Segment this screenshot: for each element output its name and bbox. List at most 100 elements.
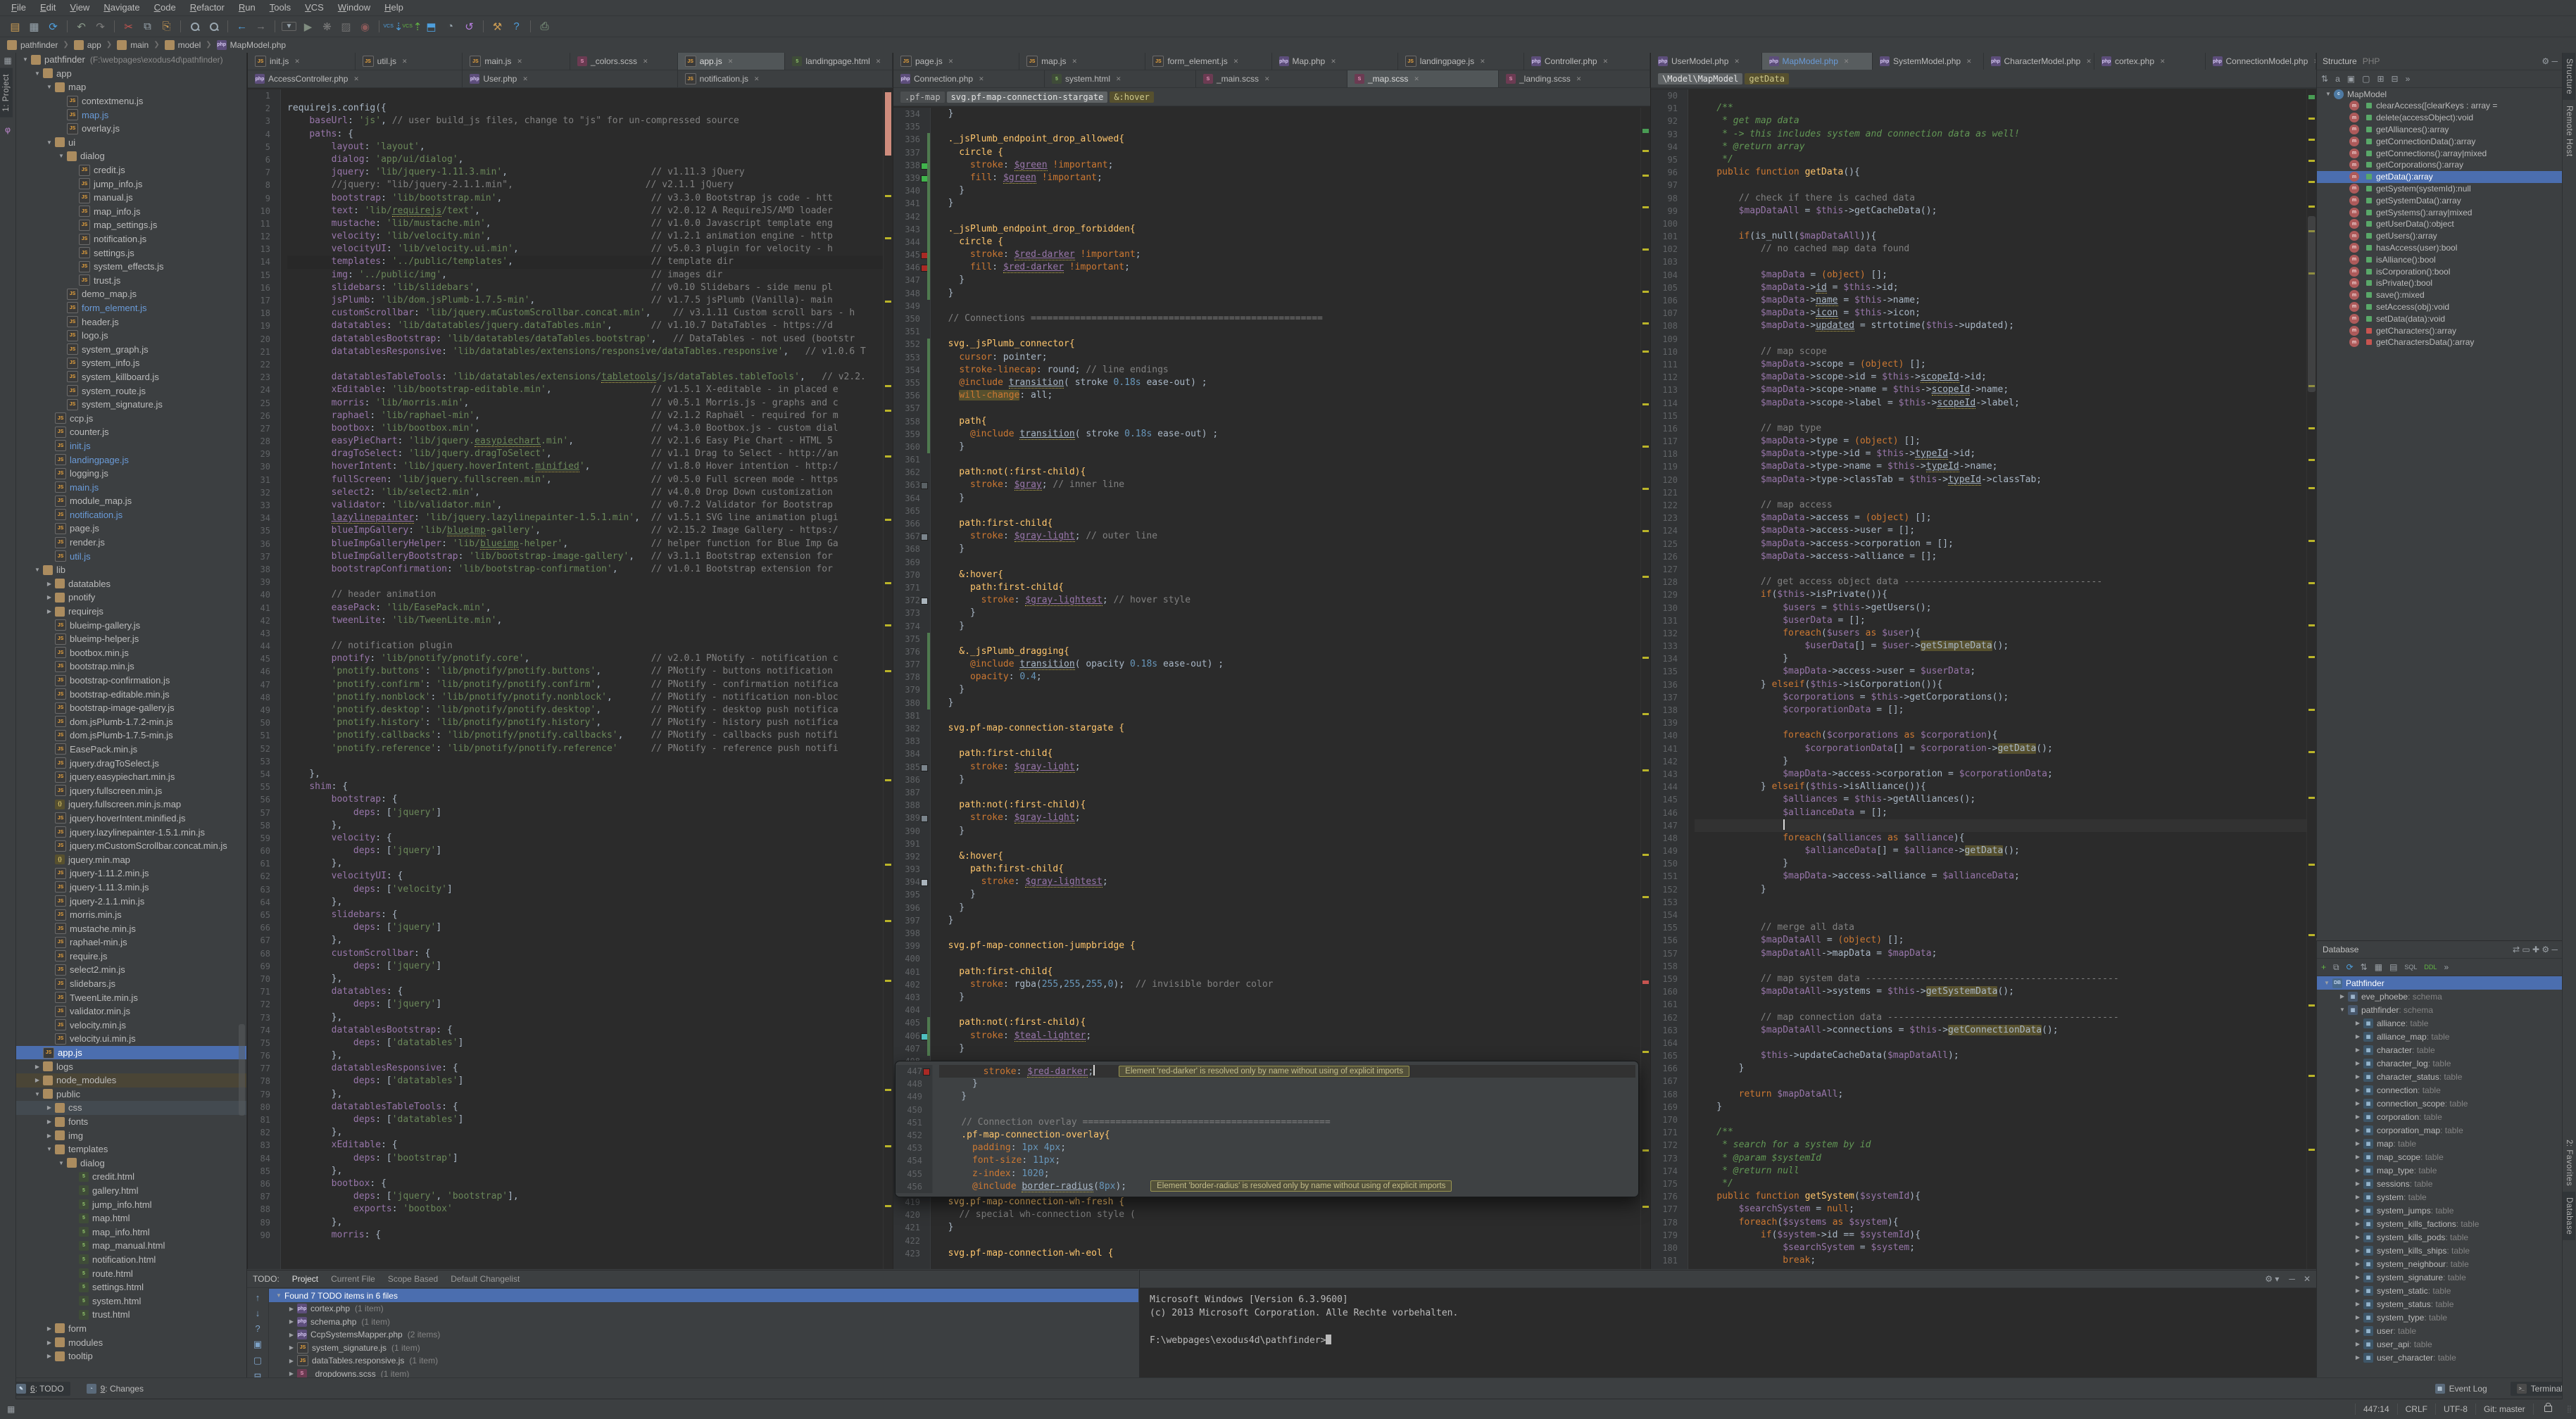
tab-landingpage.js[interactable]: JSlandingpage.js✕ <box>1398 53 1524 70</box>
structure-filter-icon[interactable]: ⊟ <box>2392 74 2399 84</box>
close-tab-icon[interactable]: ✕ <box>1414 75 1419 83</box>
close-tab-icon[interactable]: ✕ <box>728 58 734 65</box>
status-caret-position[interactable]: 447:14 <box>2355 1404 2397 1415</box>
structure-item[interactable]: msetData(data):void <box>2317 313 2563 324</box>
breadcrumb-chip[interactable]: &:hover <box>1110 92 1154 103</box>
db-table-system_neighbour[interactable]: ▶▦system_neighbour: table <box>2317 1257 2563 1270</box>
db-table-system_kills_pods[interactable]: ▶▦system_kills_pods: table <box>2317 1230 2563 1244</box>
chevron-down-icon[interactable]: ▼ <box>45 1146 54 1152</box>
tree-file-util.js[interactable]: JSutil.js <box>15 549 246 563</box>
menu-tools[interactable]: Tools <box>263 0 298 15</box>
tree-file-map_settings.js[interactable]: JSmap_settings.js <box>15 218 246 232</box>
close-tab-icon[interactable]: ✕ <box>1966 58 1972 65</box>
structure-item[interactable]: mgetCharacters():array <box>2317 324 2563 336</box>
copy-icon[interactable]: ⧉ <box>138 18 157 35</box>
chevron-right-icon[interactable]: ▶ <box>45 1104 54 1111</box>
db-tool-icon[interactable]: + <box>2321 962 2326 972</box>
db-table-user[interactable]: ▶▦user: table <box>2317 1324 2563 1337</box>
tree-file-select2.min.js[interactable]: JSselect2.min.js <box>15 963 246 977</box>
tree-folder-map[interactable]: ▼map <box>15 80 246 94</box>
scrollbar-thumb[interactable] <box>2308 216 2316 392</box>
tree-file-system_effects.js[interactable]: JSsystem_effects.js <box>15 260 246 274</box>
db-table-corporation[interactable]: ▶▦corporation: table <box>2317 1110 2563 1123</box>
chevron-down-icon[interactable]: ▼ <box>57 1160 65 1166</box>
paste-icon[interactable]: ⎘ <box>157 18 176 35</box>
php-plugin-icon[interactable]: φ <box>0 125 15 134</box>
close-tab-icon[interactable]: ✕ <box>1603 58 1609 65</box>
db-table-character_log[interactable]: ▶▦character_log: table <box>2317 1057 2563 1070</box>
todo-tab-project[interactable]: Project <box>292 1274 318 1284</box>
structure-item[interactable]: msetAccess(obj):void <box>2317 301 2563 313</box>
close-tab-icon[interactable]: ✕ <box>876 58 881 65</box>
db-table-alliance_map[interactable]: ▶▦alliance_map: table <box>2317 1030 2563 1043</box>
help-icon[interactable]: ? <box>507 18 526 35</box>
tree-folder-lib[interactable]: ▼lib <box>15 563 246 577</box>
tree-file-landingpage.js[interactable]: JSlandingpage.js <box>15 453 246 467</box>
terminal-settings-icon[interactable]: ⚙ ▾ <box>2265 1274 2279 1284</box>
close-tab-icon[interactable]: ✕ <box>517 58 522 65</box>
close-tab-icon[interactable]: ✕ <box>1116 75 1121 83</box>
tree-folder-pathfinder[interactable]: ▼pathfinder(F:\webpages\exodus4d\pathfin… <box>15 53 246 67</box>
db-table-system_static[interactable]: ▶▦system_static: table <box>2317 1284 2563 1297</box>
tab-landingpage.html[interactable]: 5landingpage.html✕ <box>785 53 893 70</box>
tab-AccessController.php[interactable]: phpAccessController.php✕ <box>248 70 463 87</box>
chevron-right-icon[interactable]: ▶ <box>45 1353 54 1359</box>
tab-init.js[interactable]: JSinit.js✕ <box>248 53 356 70</box>
todo-tool-icon[interactable]: ? <box>247 1323 268 1334</box>
chevron-right-icon[interactable]: ▶ <box>33 1077 42 1083</box>
tree-file-counter.js[interactable]: JScounter.js <box>15 425 246 439</box>
run-icon[interactable]: ▶ <box>299 18 318 35</box>
tree-file-jquery.hoverIntent.minified.js[interactable]: JSjquery.hoverIntent.minified.js <box>15 812 246 826</box>
tree-file-ccp.js[interactable]: JSccp.js <box>15 411 246 425</box>
cut-icon[interactable]: ✂ <box>119 18 138 35</box>
tool-button-Database[interactable]: Database <box>2563 1192 2575 1240</box>
todo-tab-scope-based[interactable]: Scope Based <box>388 1274 438 1284</box>
tree-file-form_element.js[interactable]: JSform_element.js <box>15 301 246 315</box>
breadcrumb-chip[interactable]: getData <box>1745 73 1789 84</box>
tab-SystemModel.php[interactable]: phpSystemModel.php✕ <box>1873 53 1984 70</box>
db-table-character[interactable]: ▶▦character: table <box>2317 1043 2563 1057</box>
tree-file-settings.html[interactable]: 5settings.html <box>15 1280 246 1294</box>
structure-item[interactable]: mgetAlliances():array <box>2317 124 2563 136</box>
breadcrumb-chip[interactable]: \Model\MapModel <box>1658 73 1742 84</box>
db-table-system_kills_factions[interactable]: ▶▦system_kills_factions: table <box>2317 1217 2563 1230</box>
tab-MapModel.php[interactable]: phpMapModel.php✕ <box>1762 53 1873 70</box>
tool-windows-toggle-icon[interactable]: ▦ <box>0 53 15 68</box>
structure-item[interactable]: mgetSystems():array|mixed <box>2317 206 2563 218</box>
status-file-encoding[interactable]: UTF-8 <box>2435 1404 2475 1415</box>
todo-file-CcpSystemsMapper.php[interactable]: ▶phpCcpSystemsMapper.php(2 items) <box>269 1328 1138 1342</box>
chevron-right-icon[interactable]: ▶ <box>45 608 54 614</box>
structure-item[interactable]: mhasAccess(user):bool <box>2317 242 2563 254</box>
db-tool-icon[interactable]: ▤ <box>2389 962 2397 972</box>
tree-file-credit.html[interactable]: 5credit.html <box>15 1170 246 1184</box>
tree-file-jquery-1.11.2.min.js[interactable]: JSjquery-1.11.2.min.js <box>15 866 246 881</box>
tree-file-route.html[interactable]: 5route.html <box>15 1266 246 1280</box>
close-tab-icon[interactable]: ✕ <box>522 75 528 83</box>
tool-button-2: Favorites[interactable]: 2: Favorites <box>2563 1134 2575 1192</box>
structure-item[interactable]: mgetSystemData():array <box>2317 194 2563 206</box>
chevron-right-icon[interactable]: ▶ <box>45 1325 54 1332</box>
close-tab-icon[interactable]: ✕ <box>643 58 648 65</box>
back-icon[interactable]: ← <box>232 18 251 35</box>
close-tab-icon[interactable]: ✕ <box>2086 58 2092 65</box>
tool-button-Event Log[interactable]: ▤Event Log <box>2429 1382 2494 1396</box>
structure-item[interactable]: mgetConnections():array|mixed <box>2317 147 2563 159</box>
todo-file-system_signature.js[interactable]: ▶JSsystem_signature.js(1 item) <box>269 1342 1138 1355</box>
close-tab-icon[interactable]: ✕ <box>1233 58 1239 65</box>
structure-item[interactable]: mgetConnectionData():array <box>2317 135 2563 147</box>
tree-folder-form[interactable]: ▶form <box>15 1322 246 1336</box>
tree-file-TweenLite.min.js[interactable]: JSTweenLite.min.js <box>15 990 246 1004</box>
structure-root-MapModel[interactable]: ▼cMapModel <box>2317 88 2563 100</box>
run-config-icon[interactable]: ▼ <box>279 18 299 35</box>
tree-file-morris.min.js[interactable]: JSmorris.min.js <box>15 908 246 922</box>
tab-page.js[interactable]: JSpage.js✕ <box>893 53 1019 70</box>
close-tab-icon[interactable]: ✕ <box>1264 75 1270 83</box>
structure-item[interactable]: misCorporation():bool <box>2317 265 2563 277</box>
close-tab-icon[interactable]: ✕ <box>1734 58 1740 65</box>
tree-file-jquery.dragToSelect.js[interactable]: JSjquery.dragToSelect.js <box>15 756 246 770</box>
breadcrumb-item[interactable]: pathfinder <box>7 40 58 50</box>
tree-file-bootstrap-confirmation.js[interactable]: JSbootstrap-confirmation.js <box>15 674 246 688</box>
db-table-character_status[interactable]: ▶▦character_status: table <box>2317 1070 2563 1083</box>
tree-file-logging.js[interactable]: JSlogging.js <box>15 467 246 481</box>
tree-file-bootstrap.min.js[interactable]: JSbootstrap.min.js <box>15 660 246 674</box>
